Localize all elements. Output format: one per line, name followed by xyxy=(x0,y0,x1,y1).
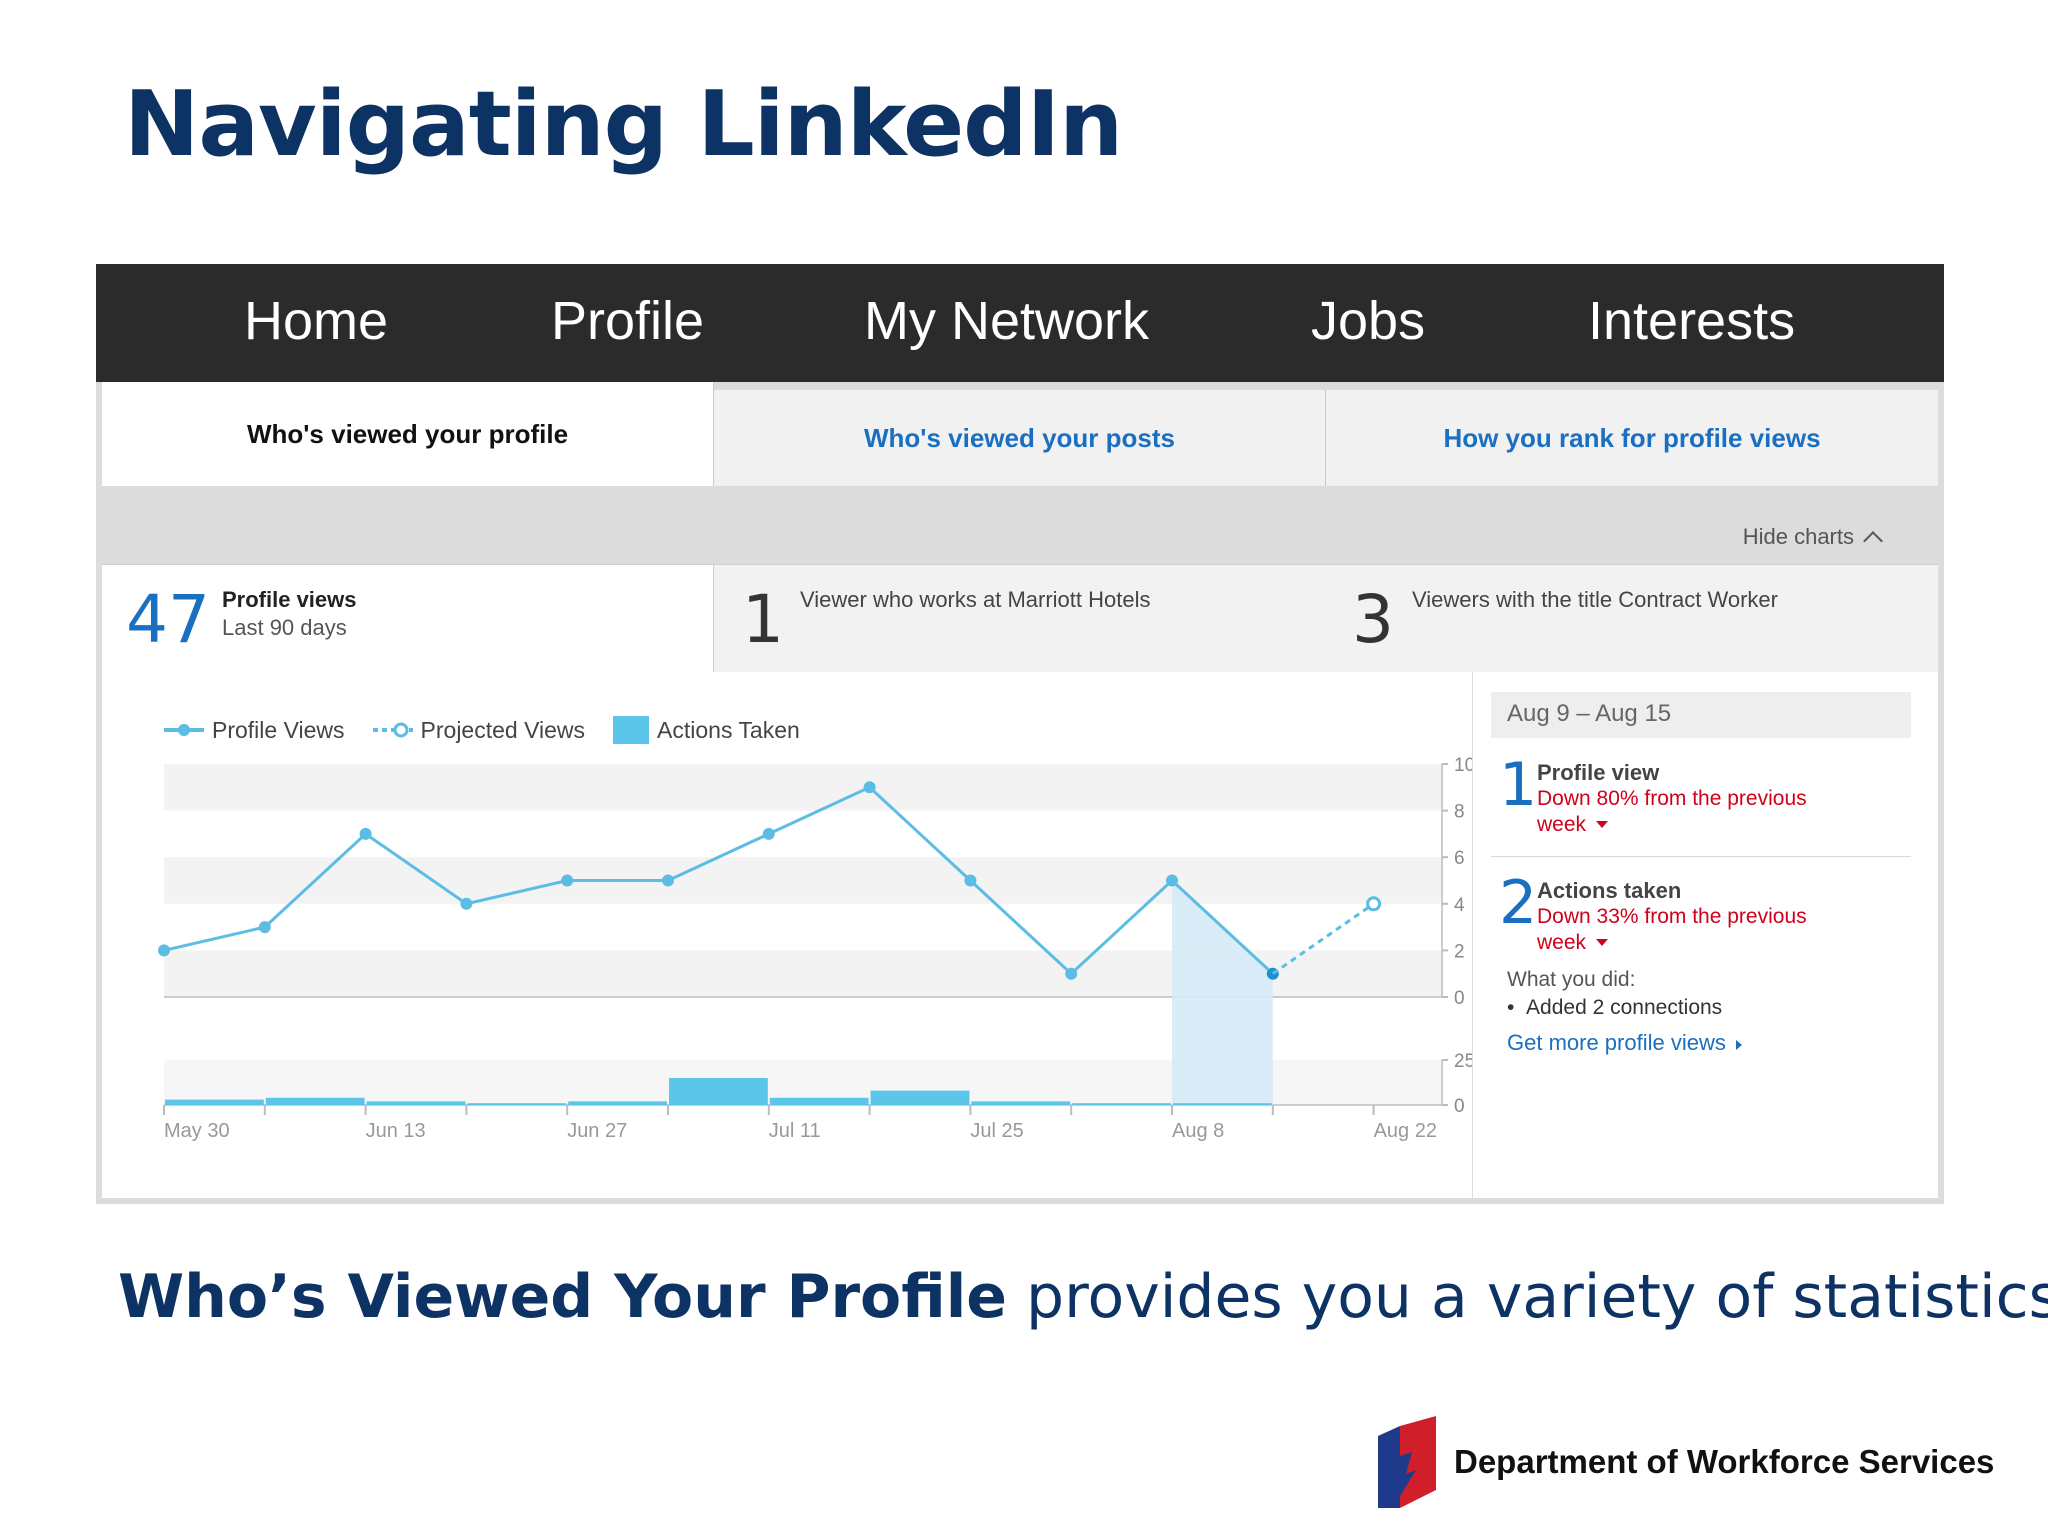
y-tick-label: 8 xyxy=(1454,802,1465,823)
company-label: Viewer who works at Marriott Hotels xyxy=(800,587,1151,612)
stat-profile-views[interactable]: 47 Profile views Last 90 days xyxy=(102,565,714,673)
actions-bar xyxy=(971,1101,1071,1105)
grid-band xyxy=(164,857,1442,904)
x-tick-label: Aug 22 xyxy=(1374,1120,1437,1142)
actions-bar xyxy=(769,1097,869,1105)
tab-bar: Who's viewed your profile Who's viewed y… xyxy=(102,382,1938,486)
nav-interests[interactable]: Interests xyxy=(1588,290,1795,352)
y-tick-label: 2 xyxy=(1454,941,1465,962)
week-summary: Aug 9 – Aug 15 1 Profile view Down 80% f… xyxy=(1472,672,1938,1198)
tab-whos-viewed-posts[interactable]: Who's viewed your posts xyxy=(714,390,1326,486)
week-actions-change: Down 33% from the previous week xyxy=(1537,904,1827,956)
profile-views-point xyxy=(460,897,473,910)
tab-label: Who's viewed your posts xyxy=(863,422,1175,453)
what-you-did-item: • Added 2 connections xyxy=(1507,996,1723,1019)
change-text: Down 80% from the previous xyxy=(1537,787,1807,810)
down-caret-icon xyxy=(1596,939,1609,946)
nav-profile[interactable]: Profile xyxy=(551,290,704,352)
nav-jobs[interactable]: Jobs xyxy=(1311,290,1425,352)
change-text: Down 33% from the previous xyxy=(1537,905,1807,928)
tab-whos-viewed-profile[interactable]: Who's viewed your profile xyxy=(102,382,714,486)
tab-label: How you rank for profile views xyxy=(1443,422,1821,453)
actions-bar xyxy=(265,1097,365,1105)
nav-my-network[interactable]: My Network xyxy=(864,290,1149,352)
profile-views-point xyxy=(662,874,674,887)
views-count: 47 xyxy=(126,581,210,658)
profile-views-point xyxy=(561,874,574,887)
actions-bar xyxy=(1173,1103,1272,1105)
actions-bar xyxy=(1072,1103,1171,1105)
week-views-change: Down 80% from the previous week xyxy=(1537,786,1827,838)
actions-bar xyxy=(568,1101,667,1105)
profile-views-point xyxy=(158,944,170,957)
top-nav: Home Profile My Network Jobs Interests xyxy=(96,264,1944,382)
week-actions-label: Actions taken xyxy=(1537,878,1682,903)
link-text: Get more profile views xyxy=(1507,1030,1726,1055)
stats-strip: 47 Profile views Last 90 days 1 Viewer w… xyxy=(102,564,1938,673)
profile-views-point xyxy=(258,921,271,934)
actions-bar xyxy=(467,1103,567,1105)
profile-views-point xyxy=(1166,874,1178,887)
week-actions-num: 2 xyxy=(1499,868,1538,938)
item-text: Added 2 connections xyxy=(1526,996,1723,1019)
divider xyxy=(1491,856,1911,857)
caption-rest: provides you a variety of statistics. xyxy=(1006,1262,2048,1332)
y-tick-label: 6 xyxy=(1454,848,1465,869)
chart-panel: Profile Views Projected Views Actions Ta… xyxy=(102,672,1938,1198)
tab-rank-profile-views[interactable]: How you rank for profile views xyxy=(1326,390,1938,486)
actions-bar xyxy=(165,1099,264,1105)
actions-bar xyxy=(366,1101,466,1105)
down-caret-icon xyxy=(1596,821,1609,828)
stat-title[interactable]: 3 Viewers with the title Contract Worker xyxy=(1326,565,1938,673)
chevron-up-icon xyxy=(1863,531,1883,551)
week-views-num: 1 xyxy=(1499,750,1538,820)
x-tick-label: Jun 27 xyxy=(567,1120,627,1142)
x-tick-label: Jun 13 xyxy=(366,1120,426,1142)
dws-logo xyxy=(1378,1416,1436,1508)
x-tick-label: May 30 xyxy=(164,1120,230,1142)
actions-bar xyxy=(669,1078,768,1105)
footer: Department of Workforce Services xyxy=(1378,1416,1994,1508)
actions-bar xyxy=(870,1090,970,1105)
get-more-views-link[interactable]: Get more profile views xyxy=(1507,1030,1742,1056)
slide-caption: Who’s Viewed Your Profile provides you a… xyxy=(118,1262,2048,1332)
caption-bold: Who’s Viewed Your Profile xyxy=(118,1262,1007,1332)
linkedin-screenshot: Home Profile My Network Jobs Interests W… xyxy=(96,264,1944,1204)
hide-charts-label: Hide charts xyxy=(1742,524,1854,549)
y-tick-label: 25 xyxy=(1454,1051,1472,1072)
x-tick-label: Jul 11 xyxy=(769,1120,821,1142)
stat-company[interactable]: 1 Viewer who works at Marriott Hotels xyxy=(714,565,1326,673)
slide-title: Navigating LinkedIn xyxy=(124,72,1123,177)
profile-views-point xyxy=(863,781,876,794)
nav-home[interactable]: Home xyxy=(244,290,388,352)
y-tick-label: 0 xyxy=(1454,988,1465,1009)
x-tick-label: Jul 25 xyxy=(970,1120,1023,1142)
title-count: 3 xyxy=(1352,581,1394,658)
change-text: week xyxy=(1537,813,1587,836)
caret-right-icon xyxy=(1735,1040,1742,1050)
y-tick-label: 10 xyxy=(1454,755,1472,776)
profile-views-point xyxy=(1065,967,1078,980)
y-tick-label: 0 xyxy=(1454,1096,1465,1117)
views-sub: Last 90 days xyxy=(222,615,347,640)
change-text: week xyxy=(1537,931,1587,954)
tab-label: Who's viewed your profile xyxy=(246,418,569,449)
views-label: Profile views xyxy=(222,587,357,612)
profile-views-point xyxy=(762,827,775,840)
profile-views-point xyxy=(964,874,977,887)
profile-views-chart: 10 8 6 4 2 0 25 0 May 30 Jun 13 Jun 27 Jul 11 Jul 25… xyxy=(158,755,1472,1142)
footer-org-name: Department of Workforce Services xyxy=(1454,1443,1995,1480)
profile-views-point xyxy=(359,827,372,840)
week-views-label: Profile view xyxy=(1537,760,1660,785)
grid-band xyxy=(164,764,1442,811)
what-you-did-label: What you did: xyxy=(1507,968,1636,991)
highlight-week-area xyxy=(1172,880,1273,1105)
week-range: Aug 9 – Aug 15 xyxy=(1491,692,1911,738)
hide-charts-toggle[interactable]: Hide charts xyxy=(1742,524,1883,551)
company-count: 1 xyxy=(742,581,784,658)
x-tick-label: Aug 8 xyxy=(1172,1120,1224,1142)
projected-views-point xyxy=(1366,896,1382,912)
title-label: Viewers with the title Contract Worker xyxy=(1412,587,1778,612)
y-tick-label: 4 xyxy=(1454,895,1465,916)
